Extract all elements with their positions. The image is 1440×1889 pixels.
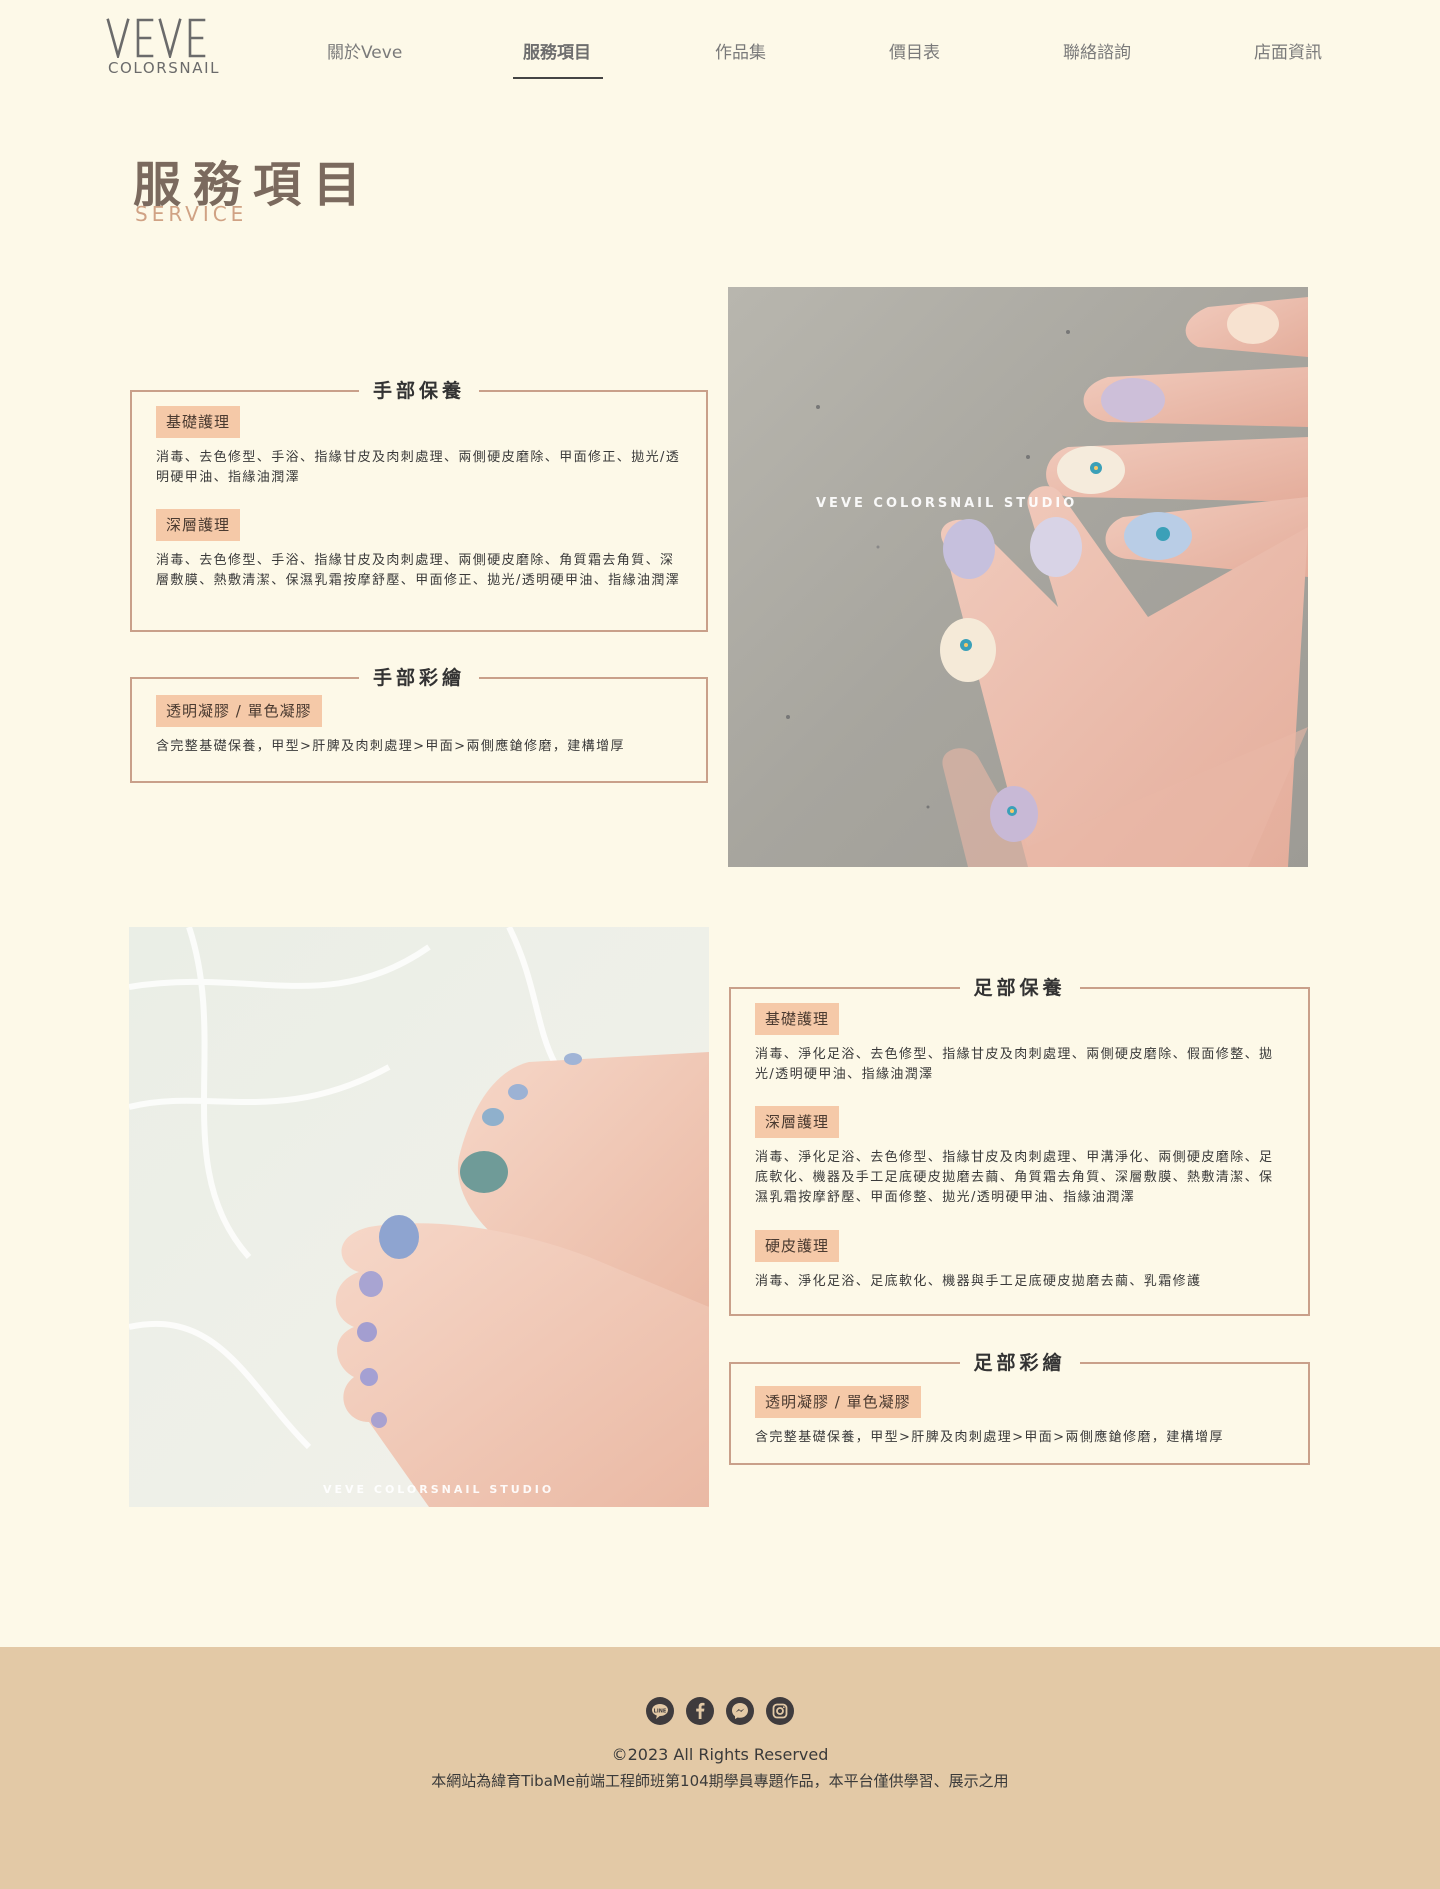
- hand-care-basic: 基礎護理 消毒、去色修型、手浴、指緣甘皮及肉刺處理、兩側硬皮磨除、甲面修正、拋光…: [156, 406, 682, 488]
- hand-nail-photo: VEVE COLORSNAIL STUDIO: [728, 287, 1308, 867]
- foot-paint-gel-tag: 透明凝膠 / 單色凝膠: [755, 1386, 921, 1418]
- hand-care-deep: 深層護理 消毒、去色修型、手浴、指緣甘皮及肉刺處理、兩側硬皮磨除、角質霜去角質、…: [156, 509, 682, 591]
- hand-paint-title: 手部彩繪: [358, 665, 480, 691]
- foot-care-box: 足部保養 基礎護理 消毒、淨化足浴、去色修型、指緣甘皮及肉刺處理、兩側硬皮磨除、…: [729, 975, 1310, 1316]
- foot-paint-gel-desc: 含完整基礎保養，甲型>肝脾及肉刺處理>甲面>兩側應鎗修磨，建構增厚: [755, 1430, 1224, 1445]
- hand-paint-gel-desc: 含完整基礎保養，甲型>肝脾及肉刺處理>甲面>兩側應鎗修磨，建構增厚: [156, 739, 625, 754]
- hand-care-box: 手部保養 基礎護理 消毒、去色修型、手浴、指緣甘皮及肉刺處理、兩側硬皮磨除、甲面…: [130, 378, 708, 632]
- foot-care-deep: 深層護理 消毒、淨化足浴、去色修型、指緣甘皮及肉刺處理、甲溝淨化、兩側硬皮磨除、…: [755, 1106, 1284, 1208]
- foot-care-basic: 基礎護理 消毒、淨化足浴、去色修型、指緣甘皮及肉刺處理、兩側硬皮磨除、假面修整、…: [755, 1003, 1284, 1085]
- hand-care-deep-tag: 深層護理: [156, 509, 241, 541]
- nav-portfolio[interactable]: 作品集: [715, 38, 766, 63]
- foot-care-title: 足部保養: [959, 975, 1080, 1001]
- svg-text:LINE: LINE: [654, 1709, 667, 1715]
- nav-contact[interactable]: 聯絡諮詢: [1063, 38, 1131, 63]
- foot-care-callus: 硬皮護理 消毒、淨化足浴、足底軟化、機器與手工足底硬皮拋磨去繭、乳霜修護: [755, 1230, 1284, 1292]
- hand-photo-watermark: VEVE COLORSNAIL STUDIO: [816, 496, 1078, 511]
- hand-nail-illustration: [728, 287, 1308, 867]
- footer-note: 本網站為緯育TibaMe前端工程師班第104期學員專題作品，本平台僅供學習、展示…: [431, 1772, 1009, 1790]
- foot-care-basic-desc: 消毒、淨化足浴、去色修型、指緣甘皮及肉刺處理、兩側硬皮磨除、假面修整、拋光/透明…: [755, 1047, 1274, 1082]
- nav-services[interactable]: 服務項目: [523, 38, 591, 63]
- nav-store-info[interactable]: 店面資訊: [1254, 38, 1322, 63]
- foot-care-deep-tag: 深層護理: [755, 1106, 840, 1138]
- hand-care-title: 手部保養: [358, 378, 480, 404]
- copyright-text: ©2023 All Rights Reserved: [611, 1745, 829, 1764]
- site-header: COLORSNAIL 關於Veve 服務項目 作品集 價目表 聯絡諮詢 店面資訊: [0, 0, 1440, 100]
- page-subtitle: SERVICE: [135, 202, 248, 226]
- instagram-icon[interactable]: [766, 1697, 794, 1725]
- site-footer: LINE ©2023 All Rights Reserved 本網站為緯育Tib…: [0, 1647, 1440, 1889]
- foot-care-basic-tag: 基礎護理: [755, 1003, 840, 1035]
- foot-paint-title: 足部彩繪: [959, 1350, 1080, 1376]
- foot-care-deep-desc: 消毒、淨化足浴、去色修型、指緣甘皮及肉刺處理、甲溝淨化、兩側硬皮磨除、足底軟化、…: [755, 1150, 1274, 1205]
- foot-paint-gel: 透明凝膠 / 單色凝膠 含完整基礎保養，甲型>肝脾及肉刺處理>甲面>兩側應鎗修磨…: [755, 1386, 1284, 1448]
- facebook-icon[interactable]: [686, 1697, 714, 1725]
- hand-care-deep-desc: 消毒、去色修型、手浴、指緣甘皮及肉刺處理、兩側硬皮磨除、角質霜去角質、深層敷膜、…: [156, 553, 681, 588]
- foot-paint-box: 足部彩繪 透明凝膠 / 單色凝膠 含完整基礎保養，甲型>肝脾及肉刺處理>甲面>兩…: [729, 1350, 1310, 1465]
- foot-nail-photo: VEVE COLORSNAIL STUDIO: [129, 927, 709, 1507]
- messenger-icon[interactable]: [726, 1697, 754, 1725]
- logo-mark: [106, 18, 206, 58]
- site-logo[interactable]: COLORSNAIL: [104, 18, 224, 78]
- nav-price-list[interactable]: 價目表: [889, 38, 940, 63]
- hand-paint-gel-tag: 透明凝膠 / 單色凝膠: [156, 695, 322, 727]
- logo-subtitle: COLORSNAIL: [107, 59, 221, 77]
- foot-photo-watermark: VEVE COLORSNAIL STUDIO: [323, 1483, 555, 1496]
- hand-paint-gel: 透明凝膠 / 單色凝膠 含完整基礎保養，甲型>肝脾及肉刺處理>甲面>兩側應鎗修磨…: [156, 695, 682, 757]
- line-icon[interactable]: LINE: [646, 1697, 674, 1725]
- nav-active-indicator: [513, 77, 603, 79]
- foot-care-callus-tag: 硬皮護理: [755, 1230, 840, 1262]
- foot-care-callus-desc: 消毒、淨化足浴、足底軟化、機器與手工足底硬皮拋磨去繭、乳霜修護: [755, 1274, 1202, 1289]
- hand-paint-box: 手部彩繪 透明凝膠 / 單色凝膠 含完整基礎保養，甲型>肝脾及肉刺處理>甲面>兩…: [130, 665, 708, 783]
- foot-nail-illustration: [129, 927, 709, 1507]
- nav-about[interactable]: 關於Veve: [327, 38, 402, 63]
- hand-care-basic-desc: 消毒、去色修型、手浴、指緣甘皮及肉刺處理、兩側硬皮磨除、甲面修正、拋光/透明硬甲…: [156, 450, 681, 485]
- hand-care-basic-tag: 基礎護理: [156, 406, 241, 438]
